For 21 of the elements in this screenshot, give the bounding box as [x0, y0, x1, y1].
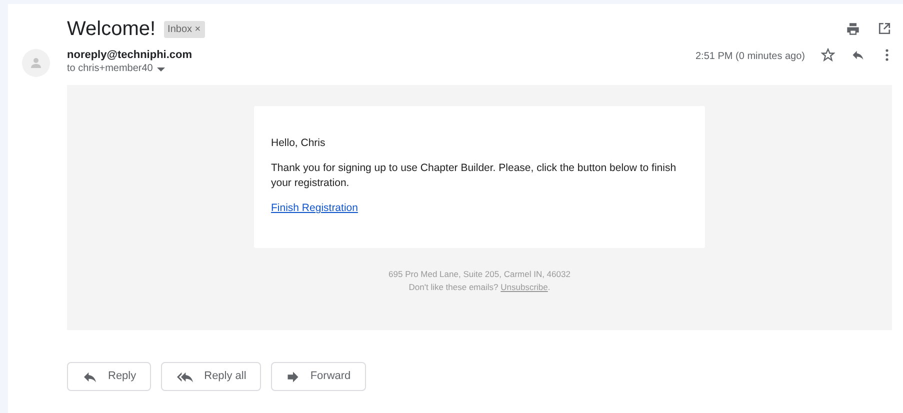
email-subject: Welcome! — [67, 16, 156, 42]
message-text: Thank you for signing up to use Chapter Builder. Please, click the button below to finish your registration. — [271, 161, 678, 191]
person-icon — [30, 57, 42, 69]
more-options-icon[interactable] — [885, 49, 889, 61]
finish-registration-link[interactable]: Finish Registration — [271, 201, 358, 217]
dropdown-caret-icon[interactable] — [156, 66, 165, 72]
reply-button[interactable]: Reply — [67, 362, 152, 391]
inbox-label[interactable]: Inbox × — [164, 21, 205, 38]
email-time: 2:51 PM (0 minutes ago) — [696, 50, 805, 64]
sender-email: noreply@techniphi.com — [67, 48, 192, 62]
forward-button[interactable]: Forward — [271, 362, 366, 391]
open-in-new-window-icon[interactable] — [878, 22, 891, 35]
greeting-text: Hello, Chris — [271, 137, 326, 150]
address-text: 695 Pro Med Lane, Suite 205, Carmel IN, 46032 — [388, 268, 570, 281]
reply-icon — [851, 48, 865, 62]
forward-icon — [286, 370, 300, 384]
unsubscribe-text: Don't like these emails? Unsubscribe. — [408, 281, 550, 294]
reply-all-button[interactable]: Reply all — [161, 362, 262, 391]
star-icon[interactable] — [821, 48, 835, 62]
recipient-text: to chris+member40 — [67, 62, 153, 76]
print-icon[interactable] — [846, 22, 860, 36]
